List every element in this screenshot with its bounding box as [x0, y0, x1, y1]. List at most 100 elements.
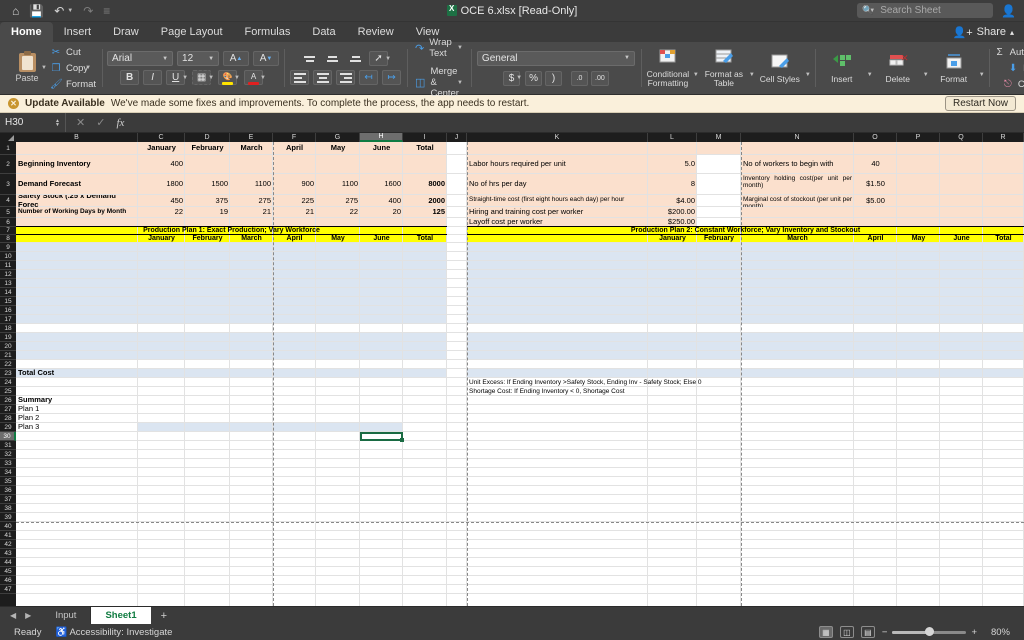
- tab-formulas[interactable]: Formulas: [234, 22, 302, 42]
- plan2-month-february[interactable]: February: [697, 235, 741, 243]
- column-header-d[interactable]: D: [185, 133, 230, 142]
- format-painter-button[interactable]: 🖌 Format: [50, 78, 96, 91]
- align-right-button[interactable]: [336, 70, 356, 85]
- plan1-month-may[interactable]: May: [316, 235, 360, 243]
- row-header-16[interactable]: 16: [0, 306, 16, 315]
- value-working-days-5[interactable]: 20: [360, 207, 403, 218]
- row-header-29[interactable]: 29: [0, 423, 16, 432]
- decrease-indent-button[interactable]: ↤: [359, 70, 379, 85]
- ribbon-collapse-icon[interactable]: ▴: [1010, 28, 1014, 37]
- plan2-month-may[interactable]: May: [897, 235, 940, 243]
- row-header-22[interactable]: 22: [0, 360, 16, 369]
- row-header-18[interactable]: 18: [0, 324, 16, 333]
- row-header-11[interactable]: 11: [0, 261, 16, 270]
- fill-button[interactable]: ⬇ Fill ▼: [1007, 62, 1024, 75]
- row-header-27[interactable]: 27: [0, 405, 16, 414]
- value-safety-stock-1[interactable]: 375: [185, 195, 230, 207]
- value-stockout-cost[interactable]: $5.00: [854, 195, 897, 207]
- undo-icon[interactable]: ↶: [54, 5, 64, 17]
- label-holding-cost[interactable]: Inventory holding cost(per unit per mont…: [741, 174, 854, 195]
- row-header-30[interactable]: 30: [0, 432, 16, 441]
- add-sheet-button[interactable]: +: [151, 607, 177, 624]
- select-all-corner[interactable]: [0, 133, 16, 142]
- format-as-table-button[interactable]: Format as Table: [701, 48, 747, 88]
- accept-icon[interactable]: ✓: [96, 116, 105, 129]
- search-dropdown-icon[interactable]: ▼: [869, 8, 875, 14]
- row-header-13[interactable]: 13: [0, 279, 16, 288]
- value-safety-stock-3[interactable]: 225: [273, 195, 316, 207]
- account-icon[interactable]: 👤: [1001, 4, 1016, 18]
- row-header-21[interactable]: 21: [0, 351, 16, 360]
- row-header-36[interactable]: 36: [0, 486, 16, 495]
- note-unit-excess[interactable]: Unit Excess: If Ending Inventory >Safety…: [467, 378, 1024, 387]
- plan2-month-january[interactable]: January: [648, 235, 697, 243]
- orientation-dropdown-icon[interactable]: ▼: [385, 56, 391, 62]
- value-working-days-3[interactable]: 21: [273, 207, 316, 218]
- cell-styles-button[interactable]: Cell Styles: [757, 53, 803, 84]
- conditional-formatting-button[interactable]: Conditional Formatting: [645, 48, 691, 88]
- column-header-l[interactable]: L: [648, 133, 697, 142]
- decrease-font-size-button[interactable]: A ▼: [253, 51, 280, 66]
- tab-page-layout[interactable]: Page Layout: [150, 22, 234, 42]
- row-header-41[interactable]: 41: [0, 531, 16, 540]
- row-header-32[interactable]: 32: [0, 450, 16, 459]
- underline-dropdown-icon[interactable]: ▼: [182, 75, 188, 81]
- month-header-march[interactable]: March: [230, 142, 273, 155]
- tab-insert[interactable]: Insert: [53, 22, 103, 42]
- row-header-8[interactable]: 8: [0, 235, 16, 243]
- home-icon[interactable]: ⌂: [12, 5, 19, 17]
- row-header-43[interactable]: 43: [0, 549, 16, 558]
- label-hiring-cost[interactable]: Hiring and training cost per worker: [467, 207, 648, 218]
- row-header-19[interactable]: 19: [0, 333, 16, 342]
- zoom-out-button[interactable]: −: [882, 627, 888, 638]
- sheet-tab-sheet1[interactable]: Sheet1: [91, 607, 151, 624]
- insert-cells-dropdown-icon[interactable]: ▼: [867, 72, 873, 78]
- cut-button[interactable]: ✂ Cut: [50, 46, 96, 59]
- column-header-g[interactable]: G: [316, 133, 360, 142]
- name-box-spinner-icon[interactable]: ▲ ▼: [55, 118, 60, 127]
- italic-button[interactable]: I: [143, 70, 163, 85]
- zoom-track[interactable]: [892, 627, 967, 636]
- decrease-decimal-button[interactable]: .00: [591, 70, 609, 86]
- column-header-m[interactable]: M: [697, 133, 741, 142]
- row-header-3[interactable]: 3: [0, 174, 16, 195]
- column-header-o[interactable]: O: [854, 133, 897, 142]
- column-header-h[interactable]: H: [360, 133, 403, 142]
- borders-dropdown-icon[interactable]: ▼: [208, 75, 214, 81]
- insert-function-icon[interactable]: fx: [116, 117, 124, 129]
- row-header-35[interactable]: 35: [0, 477, 16, 486]
- currency-dropdown-icon[interactable]: ▼: [516, 75, 522, 81]
- plan2-month-total[interactable]: Total: [983, 235, 1024, 243]
- value-safety-stock-2[interactable]: 275: [230, 195, 273, 207]
- percent-format-button[interactable]: %: [525, 70, 543, 86]
- align-top-button[interactable]: [300, 51, 319, 66]
- value-hiring-cost[interactable]: $200.00: [648, 207, 697, 218]
- label-stockout-cost[interactable]: Marginal cost of stockout (per unit per …: [741, 195, 854, 207]
- next-sheet-icon[interactable]: ▶: [25, 611, 31, 620]
- copy-dropdown-icon[interactable]: ▼: [85, 65, 91, 71]
- column-header-p[interactable]: P: [897, 133, 940, 142]
- label-labor-hours[interactable]: Labor hours required per unit: [467, 155, 648, 174]
- number-format-select[interactable]: General ▼: [476, 50, 635, 66]
- row-header-6[interactable]: 6: [0, 218, 16, 227]
- align-middle-button[interactable]: [323, 51, 342, 66]
- zoom-level[interactable]: 80%: [984, 627, 1010, 638]
- plan1-month-june[interactable]: June: [360, 235, 403, 243]
- row-header-1[interactable]: 1: [0, 142, 16, 155]
- column-header-b[interactable]: B: [16, 133, 138, 142]
- label-working-days[interactable]: Number of Working Days by Month: [16, 207, 138, 227]
- value-demand-forecast-1[interactable]: 1500: [185, 174, 230, 195]
- plan2-month-june[interactable]: June: [940, 235, 983, 243]
- font-size-select[interactable]: 12 ▼: [177, 51, 220, 66]
- value-working-days-1[interactable]: 19: [185, 207, 230, 218]
- label-total-cost[interactable]: Total Cost: [16, 369, 138, 378]
- month-header-june[interactable]: June: [360, 142, 403, 155]
- label-summary[interactable]: Summary: [16, 396, 138, 405]
- plan1-month-february[interactable]: February: [185, 235, 230, 243]
- value-safety-stock-0[interactable]: 450: [138, 195, 185, 207]
- row-header-28[interactable]: 28: [0, 414, 16, 423]
- row-header-7[interactable]: 7: [0, 227, 16, 235]
- row-header-9[interactable]: 9: [0, 243, 16, 252]
- row-header-37[interactable]: 37: [0, 495, 16, 504]
- row-header-38[interactable]: 38: [0, 504, 16, 513]
